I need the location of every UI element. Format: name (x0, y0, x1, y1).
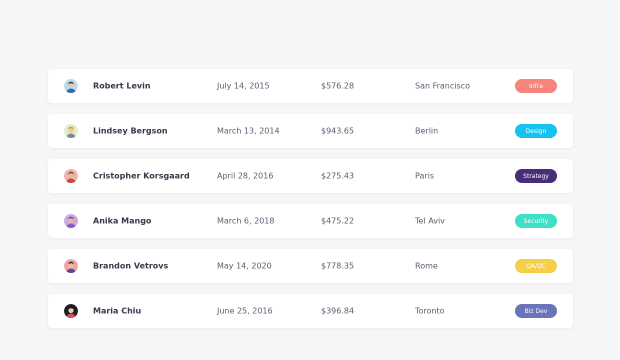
person-name: Maria Chiu (93, 306, 142, 316)
amount-text: $576.28 (321, 81, 355, 91)
amount-text: $275.43 (321, 171, 355, 181)
list-item[interactable]: Anika Mango March 6, 2018 $475.22 Tel Av… (48, 204, 573, 238)
person-name: Lindsey Bergson (93, 126, 168, 136)
city-text: Toronto (415, 306, 445, 316)
avatar (64, 304, 78, 318)
date-text: July 14, 2015 (217, 81, 270, 91)
person-name: Anika Mango (93, 216, 152, 226)
amount-text: $396.84 (321, 306, 355, 316)
tag-badge[interactable]: Infra (515, 79, 557, 93)
date-text: March 13, 2014 (217, 126, 280, 136)
tag-badge[interactable]: Strategy (515, 169, 557, 183)
amount-text: $778.35 (321, 261, 355, 271)
person-name: Robert Levin (93, 81, 151, 91)
list-item[interactable]: Cristopher Korsgaard April 28, 2016 $275… (48, 159, 573, 193)
date-text: March 6, 2018 (217, 216, 275, 226)
tag-badge[interactable]: QA/QC (515, 259, 557, 273)
city-text: Tel Aviv (415, 216, 445, 226)
employee-list: Robert Levin July 14, 2015 $576.28 San F… (48, 69, 573, 339)
tag-badge[interactable]: Design (515, 124, 557, 138)
date-text: April 28, 2016 (217, 171, 274, 181)
city-text: Rome (415, 261, 438, 271)
avatar (64, 124, 78, 138)
date-text: May 14, 2020 (217, 261, 272, 271)
tag-badge[interactable]: Security (515, 214, 557, 228)
avatar (64, 214, 78, 228)
avatar (64, 79, 78, 93)
list-item[interactable]: Robert Levin July 14, 2015 $576.28 San F… (48, 69, 573, 103)
list-item[interactable]: Lindsey Bergson March 13, 2014 $943.65 B… (48, 114, 573, 148)
person-name: Cristopher Korsgaard (93, 171, 190, 181)
amount-text: $943.65 (321, 126, 355, 136)
list-item[interactable]: Maria Chiu June 25, 2016 $396.84 Toronto… (48, 294, 573, 328)
avatar (64, 259, 78, 273)
tag-badge[interactable]: Biz Dev (515, 304, 557, 318)
amount-text: $475.22 (321, 216, 355, 226)
date-text: June 25, 2016 (217, 306, 273, 316)
city-text: San Francisco (415, 81, 470, 91)
avatar (64, 169, 78, 183)
person-name: Brandon Vetrovs (93, 261, 169, 271)
city-text: Berlin (415, 126, 439, 136)
list-item[interactable]: Brandon Vetrovs May 14, 2020 $778.35 Rom… (48, 249, 573, 283)
city-text: Paris (415, 171, 435, 181)
